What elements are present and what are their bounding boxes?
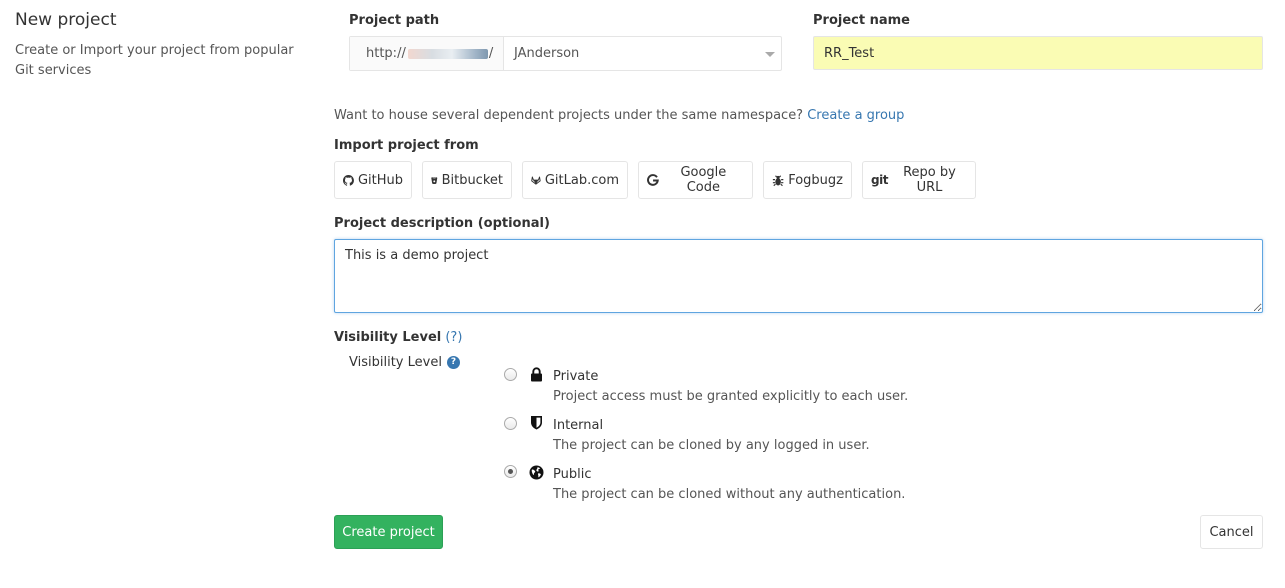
- lock-icon: [531, 367, 542, 382]
- visibility-sub-label: Visibility Level ?: [349, 355, 460, 370]
- visibility-help-link[interactable]: (?): [445, 330, 462, 345]
- project-path-group: http:// / JAnderson: [349, 36, 782, 71]
- create-project-button[interactable]: Create project: [334, 515, 443, 549]
- create-group-link[interactable]: Create a group: [807, 108, 904, 123]
- namespace-select[interactable]: JAnderson: [504, 37, 781, 70]
- import-repo-url-label: Repo by URL: [903, 165, 956, 195]
- visibility-internal-radio[interactable]: [504, 417, 517, 430]
- redacted-host: [407, 48, 488, 59]
- namespace-value: JAnderson: [514, 46, 580, 61]
- import-repo-url-button[interactable]: git Repo by URL: [862, 161, 976, 199]
- import-github-label: GitHub: [357, 172, 403, 188]
- shield-icon: [531, 416, 542, 430]
- description-textarea[interactable]: This is a demo project: [334, 239, 1263, 313]
- visibility-internal-desc: The project can be cloned by any logged …: [553, 438, 870, 453]
- bug-icon: [772, 174, 784, 186]
- visibility-heading-label: Visibility Level: [334, 330, 442, 345]
- visibility-private-title: Private: [553, 369, 599, 384]
- group-hint-text: Want to house several dependent projects…: [334, 108, 804, 123]
- import-gitlab-label: GitLab.com: [544, 172, 619, 188]
- import-google-code-button[interactable]: Google Code: [638, 161, 753, 199]
- path-prefix-slash: /: [488, 46, 494, 61]
- import-bitbucket-button[interactable]: Bitbucket: [422, 161, 512, 199]
- visibility-public-radio[interactable]: [504, 465, 517, 478]
- visibility-public-desc: The project can be cloned without any au…: [553, 487, 906, 502]
- path-prefix-text: http://: [366, 46, 406, 61]
- project-path-prefix: http:// /: [350, 37, 504, 70]
- project-name-input[interactable]: [813, 36, 1263, 70]
- page-description: Create or Import your project from popul…: [15, 43, 294, 78]
- project-name-label: Project name: [813, 13, 910, 28]
- description-label: Project description (optional): [334, 216, 550, 231]
- import-fogbugz-label: Fogbugz: [788, 172, 843, 188]
- page-title: New project: [15, 10, 117, 30]
- visibility-heading: Visibility Level (?): [334, 330, 462, 345]
- git-icon: git: [871, 173, 888, 187]
- gitlab-icon: [531, 176, 541, 185]
- import-label: Import project from: [334, 138, 479, 153]
- question-circle-icon[interactable]: ?: [446, 356, 460, 369]
- cancel-button[interactable]: Cancel: [1200, 515, 1263, 549]
- import-github-button[interactable]: GitHub: [334, 161, 412, 199]
- google-icon: [647, 174, 659, 186]
- group-hint: Want to house several dependent projects…: [334, 108, 904, 123]
- visibility-internal-title: Internal: [553, 418, 604, 433]
- bitbucket-icon: [431, 176, 438, 184]
- github-icon: [343, 174, 354, 186]
- import-bitbucket-label: Bitbucket: [441, 172, 503, 188]
- visibility-private-radio[interactable]: [504, 368, 517, 381]
- visibility-public-title: Public: [553, 467, 592, 482]
- import-fogbugz-button[interactable]: Fogbugz: [763, 161, 852, 199]
- visibility-private-desc: Project access must be granted explicitl…: [553, 389, 909, 404]
- import-gitlab-button[interactable]: GitLab.com: [522, 161, 628, 199]
- visibility-sub-label-text: Visibility Level: [349, 355, 442, 370]
- import-buttons: GitHub Bitbucket GitLab.com Google Code …: [334, 161, 986, 199]
- import-google-code-label: Google Code: [680, 165, 727, 195]
- globe-icon: [529, 465, 544, 480]
- project-path-label: Project path: [349, 13, 440, 28]
- chevron-down-icon: [765, 52, 775, 57]
